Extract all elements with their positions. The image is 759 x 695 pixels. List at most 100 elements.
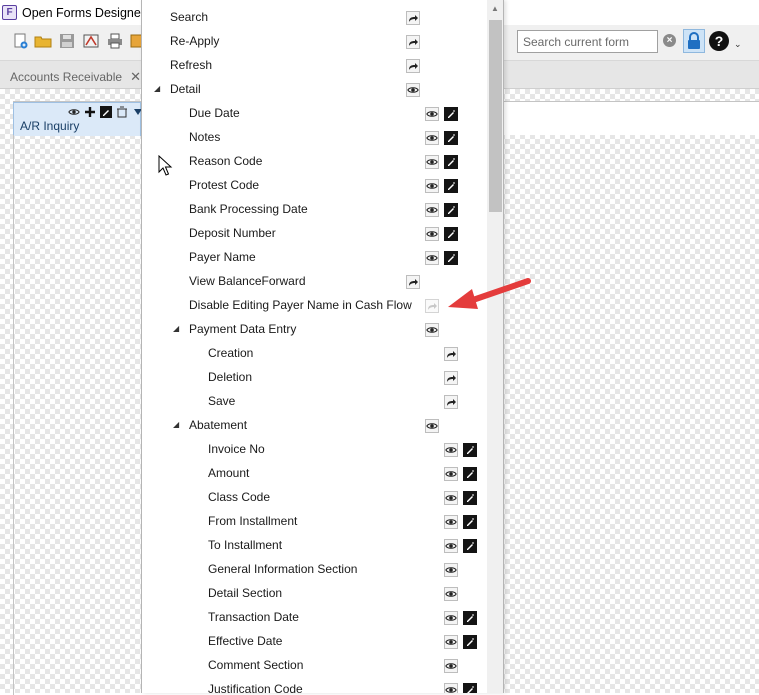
plus-icon[interactable] xyxy=(83,105,97,119)
pencil-icon[interactable] xyxy=(99,105,113,119)
design-tools-icon[interactable] xyxy=(82,32,100,50)
eye-icon[interactable] xyxy=(444,659,458,673)
scroll-up-icon[interactable]: ▲ xyxy=(491,4,499,13)
menu-item[interactable]: General Information Section xyxy=(142,558,487,582)
clear-search-icon[interactable]: × xyxy=(663,34,676,47)
edit-pencil-icon[interactable] xyxy=(463,467,477,481)
toolbar-overflow-icon[interactable]: ⌄ xyxy=(734,39,742,50)
menu-item[interactable]: To Installment xyxy=(142,534,487,558)
expand-caret-icon[interactable]: ◢ xyxy=(173,324,179,333)
apply-arrow-icon[interactable] xyxy=(406,11,420,25)
menu-item[interactable]: Creation xyxy=(142,342,487,366)
menu-item[interactable]: Due Date xyxy=(142,102,487,126)
menu-item[interactable]: ◢ Detail xyxy=(142,78,487,102)
edit-pencil-icon[interactable] xyxy=(463,611,477,625)
menu-item[interactable]: Notes xyxy=(142,126,487,150)
eye-icon[interactable] xyxy=(444,443,458,457)
menu-item[interactable]: Search xyxy=(142,6,487,30)
eye-icon[interactable] xyxy=(67,105,81,119)
menu-item-label: Re-Apply xyxy=(170,34,220,48)
menu-item[interactable]: Class Code xyxy=(142,486,487,510)
apply-arrow-icon[interactable] xyxy=(406,59,420,73)
close-icon[interactable]: ✕ xyxy=(130,69,141,85)
trash-icon[interactable] xyxy=(115,105,129,119)
edit-pencil-icon[interactable] xyxy=(444,107,458,121)
eye-icon[interactable] xyxy=(406,83,420,97)
expand-caret-icon[interactable]: ◢ xyxy=(154,84,160,93)
eye-icon[interactable] xyxy=(444,587,458,601)
menu-item[interactable]: Protest Code xyxy=(142,174,487,198)
eye-icon[interactable] xyxy=(444,467,458,481)
edit-pencil-icon[interactable] xyxy=(444,227,458,241)
menu-item[interactable]: ◢ Abatement xyxy=(142,414,487,438)
eye-icon[interactable] xyxy=(425,107,439,121)
menu-item[interactable]: Refresh xyxy=(142,54,487,78)
edit-pencil-icon[interactable] xyxy=(463,515,477,529)
search-input[interactable] xyxy=(517,30,658,53)
scroll-thumb[interactable] xyxy=(489,20,502,212)
open-folder-icon[interactable] xyxy=(34,32,52,50)
eye-icon[interactable] xyxy=(425,203,439,217)
menu-item[interactable]: Payer Name xyxy=(142,246,487,270)
menu-item[interactable]: From Installment xyxy=(142,510,487,534)
menu-item[interactable]: Reason Code xyxy=(142,150,487,174)
eye-icon[interactable] xyxy=(425,419,439,433)
edit-pencil-icon[interactable] xyxy=(444,251,458,265)
menu-item[interactable]: ◢ Payment Data Entry xyxy=(142,318,487,342)
help-button[interactable]: ? xyxy=(709,31,729,51)
menu-item[interactable]: Transaction Date xyxy=(142,606,487,630)
eye-icon[interactable] xyxy=(425,131,439,145)
menu-item[interactable]: Re-Apply xyxy=(142,30,487,54)
menu-item[interactable]: Detail Section xyxy=(142,582,487,606)
apply-arrow-icon[interactable] xyxy=(444,371,458,385)
edit-pencil-icon[interactable] xyxy=(444,155,458,169)
print-icon[interactable] xyxy=(106,32,124,50)
eye-icon[interactable] xyxy=(425,155,439,169)
menu-item[interactable]: Justification Code xyxy=(142,678,487,693)
menu-item[interactable]: Disable Editing Payer Name in Cash Flow xyxy=(142,294,487,318)
eye-icon[interactable] xyxy=(425,179,439,193)
edit-pencil-icon[interactable] xyxy=(444,179,458,193)
expand-caret-icon[interactable]: ◢ xyxy=(173,420,179,429)
eye-icon[interactable] xyxy=(425,251,439,265)
edit-pencil-icon[interactable] xyxy=(463,443,477,457)
form-title-tab[interactable]: A/R Inquiry xyxy=(13,102,142,136)
tab-accounts-receivable[interactable]: Accounts Receivable ✕ xyxy=(4,65,147,89)
menu-item-label: Protest Code xyxy=(189,178,260,192)
apply-arrow-icon[interactable] xyxy=(406,275,420,289)
edit-pencil-icon[interactable] xyxy=(463,683,477,693)
lock-toggle-button[interactable] xyxy=(683,29,705,53)
menu-item[interactable]: Invoice No xyxy=(142,438,487,462)
apply-arrow-icon[interactable] xyxy=(444,395,458,409)
menu-item[interactable]: Deposit Number xyxy=(142,222,487,246)
menu-item[interactable]: Amount xyxy=(142,462,487,486)
save-disk-icon[interactable] xyxy=(58,32,76,50)
eye-icon[interactable] xyxy=(444,491,458,505)
apply-arrow-icon[interactable] xyxy=(425,299,439,313)
edit-pencil-icon[interactable] xyxy=(444,203,458,217)
edit-pencil-icon[interactable] xyxy=(463,539,477,553)
eye-icon[interactable] xyxy=(444,563,458,577)
menu-scrollbar[interactable]: ▲ xyxy=(487,0,503,693)
eye-icon[interactable] xyxy=(425,323,439,337)
eye-icon[interactable] xyxy=(444,539,458,553)
menu-item[interactable]: Bank Processing Date xyxy=(142,198,487,222)
menu-item[interactable]: Deletion xyxy=(142,366,487,390)
apply-arrow-icon[interactable] xyxy=(444,347,458,361)
menu-item[interactable]: View BalanceForward xyxy=(142,270,487,294)
edit-pencil-icon[interactable] xyxy=(463,491,477,505)
apply-arrow-icon[interactable] xyxy=(406,35,420,49)
edit-pencil-icon[interactable] xyxy=(463,635,477,649)
menu-item-label: Reason Code xyxy=(189,154,263,168)
eye-icon[interactable] xyxy=(444,515,458,529)
edit-pencil-icon[interactable] xyxy=(444,131,458,145)
eye-icon[interactable] xyxy=(444,635,458,649)
new-form-icon[interactable] xyxy=(12,32,30,50)
menu-item[interactable]: Save xyxy=(142,390,487,414)
eye-icon[interactable] xyxy=(425,227,439,241)
eye-icon[interactable] xyxy=(444,611,458,625)
menu-item-label: General Information Section xyxy=(208,562,358,576)
menu-item[interactable]: Effective Date xyxy=(142,630,487,654)
menu-item[interactable]: Comment Section xyxy=(142,654,487,678)
eye-icon[interactable] xyxy=(444,683,458,693)
